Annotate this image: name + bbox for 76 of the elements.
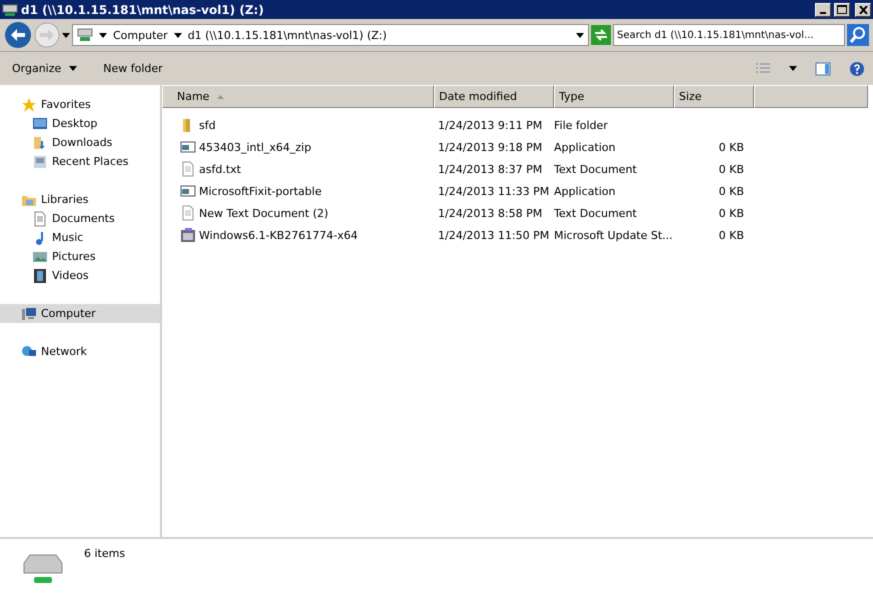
file-name[interactable]: Windows6.1-KB2761774-x64 <box>199 228 358 242</box>
column-header[interactable]: Name <box>162 85 434 108</box>
maximize-icon <box>837 5 847 14</box>
caret-icon <box>789 66 797 71</box>
caret-icon <box>99 32 107 38</box>
nav-item[interactable]: Documents <box>0 209 160 228</box>
star-icon <box>21 96 37 112</box>
application-window-icon <box>180 183 196 199</box>
file-name[interactable]: MicrosoftFixit-portable <box>199 184 322 198</box>
downloads-icon <box>32 134 48 150</box>
file-type: Application <box>554 140 616 154</box>
monitor-icon <box>32 116 48 132</box>
breadcrumb[interactable]: d1 (\\10.1.15.181\mnt\nas-vol1) (Z:) <box>188 28 387 42</box>
dropdown-caret-icon <box>576 32 584 38</box>
file-name[interactable]: 453403_intl_x64_zip <box>199 140 312 154</box>
computer-icon <box>21 306 37 322</box>
network-drive-icon <box>77 27 93 43</box>
sort-arrow-icon <box>217 94 224 98</box>
file-size: 0 KB <box>718 184 744 198</box>
maximize-button[interactable] <box>834 2 850 16</box>
nav-item[interactable]: Favorites <box>0 95 160 114</box>
column-header[interactable]: Type <box>554 85 674 108</box>
date-modified: 1/24/2013 9:11 PM <box>438 118 542 132</box>
date-modified: 1/24/2013 8:37 PM <box>438 162 542 176</box>
file-type: Microsoft Update St... <box>554 228 673 242</box>
installer-icon <box>180 227 196 243</box>
search-icon <box>847 24 869 46</box>
file-name[interactable]: New Text Document (2) <box>199 206 328 220</box>
column-header[interactable]: Date modified <box>434 85 554 108</box>
file-type: Text Document <box>554 162 637 176</box>
nav-item[interactable]: Videos <box>0 266 160 285</box>
nav-item[interactable]: Downloads <box>0 133 160 152</box>
nav-item[interactable]: Music <box>0 228 160 247</box>
caret-icon <box>69 66 78 71</box>
file-type: Application <box>554 184 616 198</box>
network-drive-icon <box>2 2 18 18</box>
close-button[interactable] <box>855 2 871 16</box>
film-icon <box>32 268 48 284</box>
date-modified: 1/24/2013 11:33 PM <box>438 184 550 198</box>
file-size: 0 KB <box>718 206 744 220</box>
item-count: 6 items <box>84 547 126 562</box>
caret-icon <box>174 32 182 38</box>
nav-item[interactable]: Recent Places <box>0 152 160 171</box>
minimize-icon <box>820 12 826 14</box>
window-title: d1 (\\10.1.15.181\mnt\nas-vol1) (Z:) <box>21 2 265 16</box>
help-icon <box>849 60 865 76</box>
history-caret-icon <box>62 32 70 38</box>
file-name[interactable]: asfd.txt <box>199 162 241 176</box>
file-size: 0 KB <box>718 140 744 154</box>
nav-item[interactable]: Pictures <box>0 247 160 266</box>
file-type: Text Document <box>554 206 637 220</box>
date-modified: 1/24/2013 8:58 PM <box>438 206 542 220</box>
recent-places-icon <box>32 154 48 170</box>
document-icon <box>32 210 48 226</box>
nav-item[interactable]: Libraries <box>0 190 160 209</box>
file-name[interactable]: sfd <box>199 118 216 132</box>
toolbar-button[interactable]: Organize <box>8 60 82 77</box>
nav-item[interactable]: Desktop <box>0 114 160 133</box>
text-file-icon <box>180 205 196 221</box>
preview-pane-icon <box>815 60 831 76</box>
column-header[interactable]: Size <box>674 85 754 108</box>
file-type: File folder <box>554 118 608 132</box>
date-modified: 1/24/2013 11:50 PM <box>438 228 550 242</box>
date-modified: 1/24/2013 9:18 PM <box>438 140 542 154</box>
application-window-icon <box>180 139 196 155</box>
minimize-button[interactable] <box>815 2 831 16</box>
close-icon <box>858 6 868 14</box>
nav-item[interactable]: Computer <box>0 304 160 323</box>
file-size: 0 KB <box>718 228 744 242</box>
toolbar-button[interactable]: New folder <box>99 60 167 77</box>
breadcrumb[interactable]: Computer <box>113 28 168 42</box>
address-bar[interactable]: Computer d1 (\\10.1.15.181\mnt\nas-vol1) (Z:) <box>72 24 589 46</box>
nav-item[interactable]: Network <box>0 342 160 361</box>
file-size: 0 KB <box>718 162 744 176</box>
search-field[interactable]: Search d1 (\\10.1.15.181\mnt\nas-vol... <box>613 24 845 46</box>
text-file-icon <box>180 161 196 177</box>
